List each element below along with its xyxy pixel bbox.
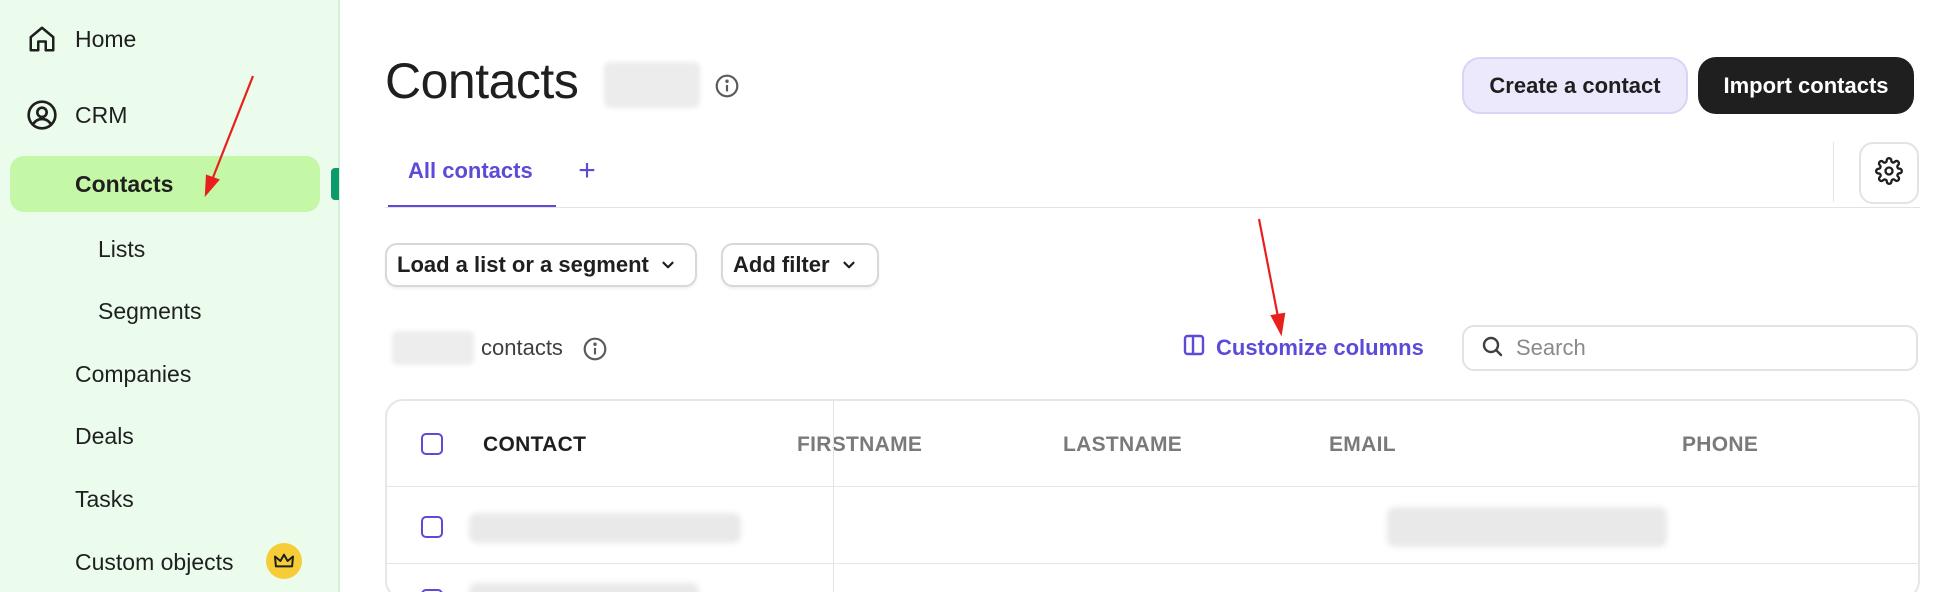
table-header: CONTACT FIRSTNAME LASTNAME EMAIL PHONE bbox=[387, 401, 1918, 487]
column-header-contact[interactable]: CONTACT bbox=[483, 433, 586, 457]
info-icon[interactable] bbox=[582, 336, 608, 367]
create-contact-button[interactable]: Create a contact bbox=[1462, 57, 1688, 114]
settings-button[interactable] bbox=[1859, 142, 1919, 204]
sidebar-item-crm[interactable]: CRM bbox=[25, 98, 127, 132]
crown-icon bbox=[266, 543, 302, 579]
sidebar-item-lists[interactable]: Lists bbox=[98, 236, 145, 263]
chevron-down-icon bbox=[840, 256, 858, 274]
import-contacts-button[interactable]: Import contacts bbox=[1698, 57, 1914, 114]
column-header-phone[interactable]: PHONE bbox=[1682, 433, 1758, 457]
column-header-firstname[interactable]: FIRSTNAME bbox=[797, 433, 922, 457]
user-circle-icon bbox=[25, 98, 59, 132]
customize-columns-button[interactable]: Customize columns bbox=[1182, 333, 1424, 363]
columns-icon bbox=[1182, 333, 1206, 363]
email-cell-redacted bbox=[1387, 507, 1667, 547]
sidebar-item-custom-objects[interactable]: Custom objects bbox=[75, 549, 234, 576]
contacts-count-redacted bbox=[392, 331, 474, 365]
sidebar-item-deals[interactable]: Deals bbox=[75, 423, 134, 450]
sidebar-item-contacts[interactable]: Contacts bbox=[10, 156, 320, 212]
contact-count-redacted bbox=[604, 62, 700, 108]
contacts-table: CONTACT FIRSTNAME LASTNAME EMAIL PHONE bbox=[385, 399, 1920, 592]
dropdown-label: Load a list or a segment bbox=[397, 252, 649, 277]
search-input[interactable] bbox=[1516, 335, 1896, 361]
chevron-down-icon bbox=[659, 256, 677, 274]
page-title: Contacts bbox=[385, 53, 579, 109]
add-filter-dropdown[interactable]: Add filter bbox=[721, 243, 879, 287]
sidebar-item-home[interactable]: Home bbox=[25, 22, 136, 56]
add-tab-button[interactable]: + bbox=[572, 153, 602, 189]
tab-all-contacts[interactable]: All contacts bbox=[388, 140, 556, 208]
tabs-separator bbox=[1833, 142, 1834, 202]
row-divider bbox=[387, 563, 1918, 564]
contact-cell-redacted[interactable] bbox=[469, 583, 699, 592]
sidebar-item-label: Home bbox=[75, 25, 137, 52]
sidebar: Home CRM Contacts Lists Segments Compani… bbox=[0, 0, 340, 592]
select-all-checkbox[interactable] bbox=[421, 433, 443, 455]
customize-columns-label: Customize columns bbox=[1216, 335, 1424, 360]
sidebar-item-tasks[interactable]: Tasks bbox=[75, 486, 134, 513]
sidebar-item-companies[interactable]: Companies bbox=[75, 361, 191, 388]
contacts-count-label: contacts bbox=[481, 335, 563, 360]
search-icon bbox=[1480, 334, 1504, 363]
annotation-arrow bbox=[1257, 218, 1286, 337]
dropdown-label: Add filter bbox=[733, 252, 830, 277]
tabs-divider bbox=[385, 207, 1920, 208]
search-field[interactable] bbox=[1462, 325, 1918, 371]
contact-cell-redacted[interactable] bbox=[469, 513, 741, 543]
load-list-segment-dropdown[interactable]: Load a list or a segment bbox=[385, 243, 697, 287]
home-icon bbox=[25, 22, 59, 56]
column-header-email[interactable]: EMAIL bbox=[1329, 433, 1396, 457]
column-header-lastname[interactable]: LASTNAME bbox=[1063, 433, 1182, 457]
sidebar-item-label: Contacts bbox=[75, 170, 174, 197]
sidebar-item-segments[interactable]: Segments bbox=[98, 298, 202, 325]
active-nav-marker bbox=[331, 168, 339, 200]
sidebar-item-label: CRM bbox=[75, 101, 128, 128]
row-checkbox[interactable] bbox=[421, 516, 443, 538]
info-icon[interactable] bbox=[714, 73, 740, 104]
gear-icon bbox=[1875, 156, 1903, 190]
